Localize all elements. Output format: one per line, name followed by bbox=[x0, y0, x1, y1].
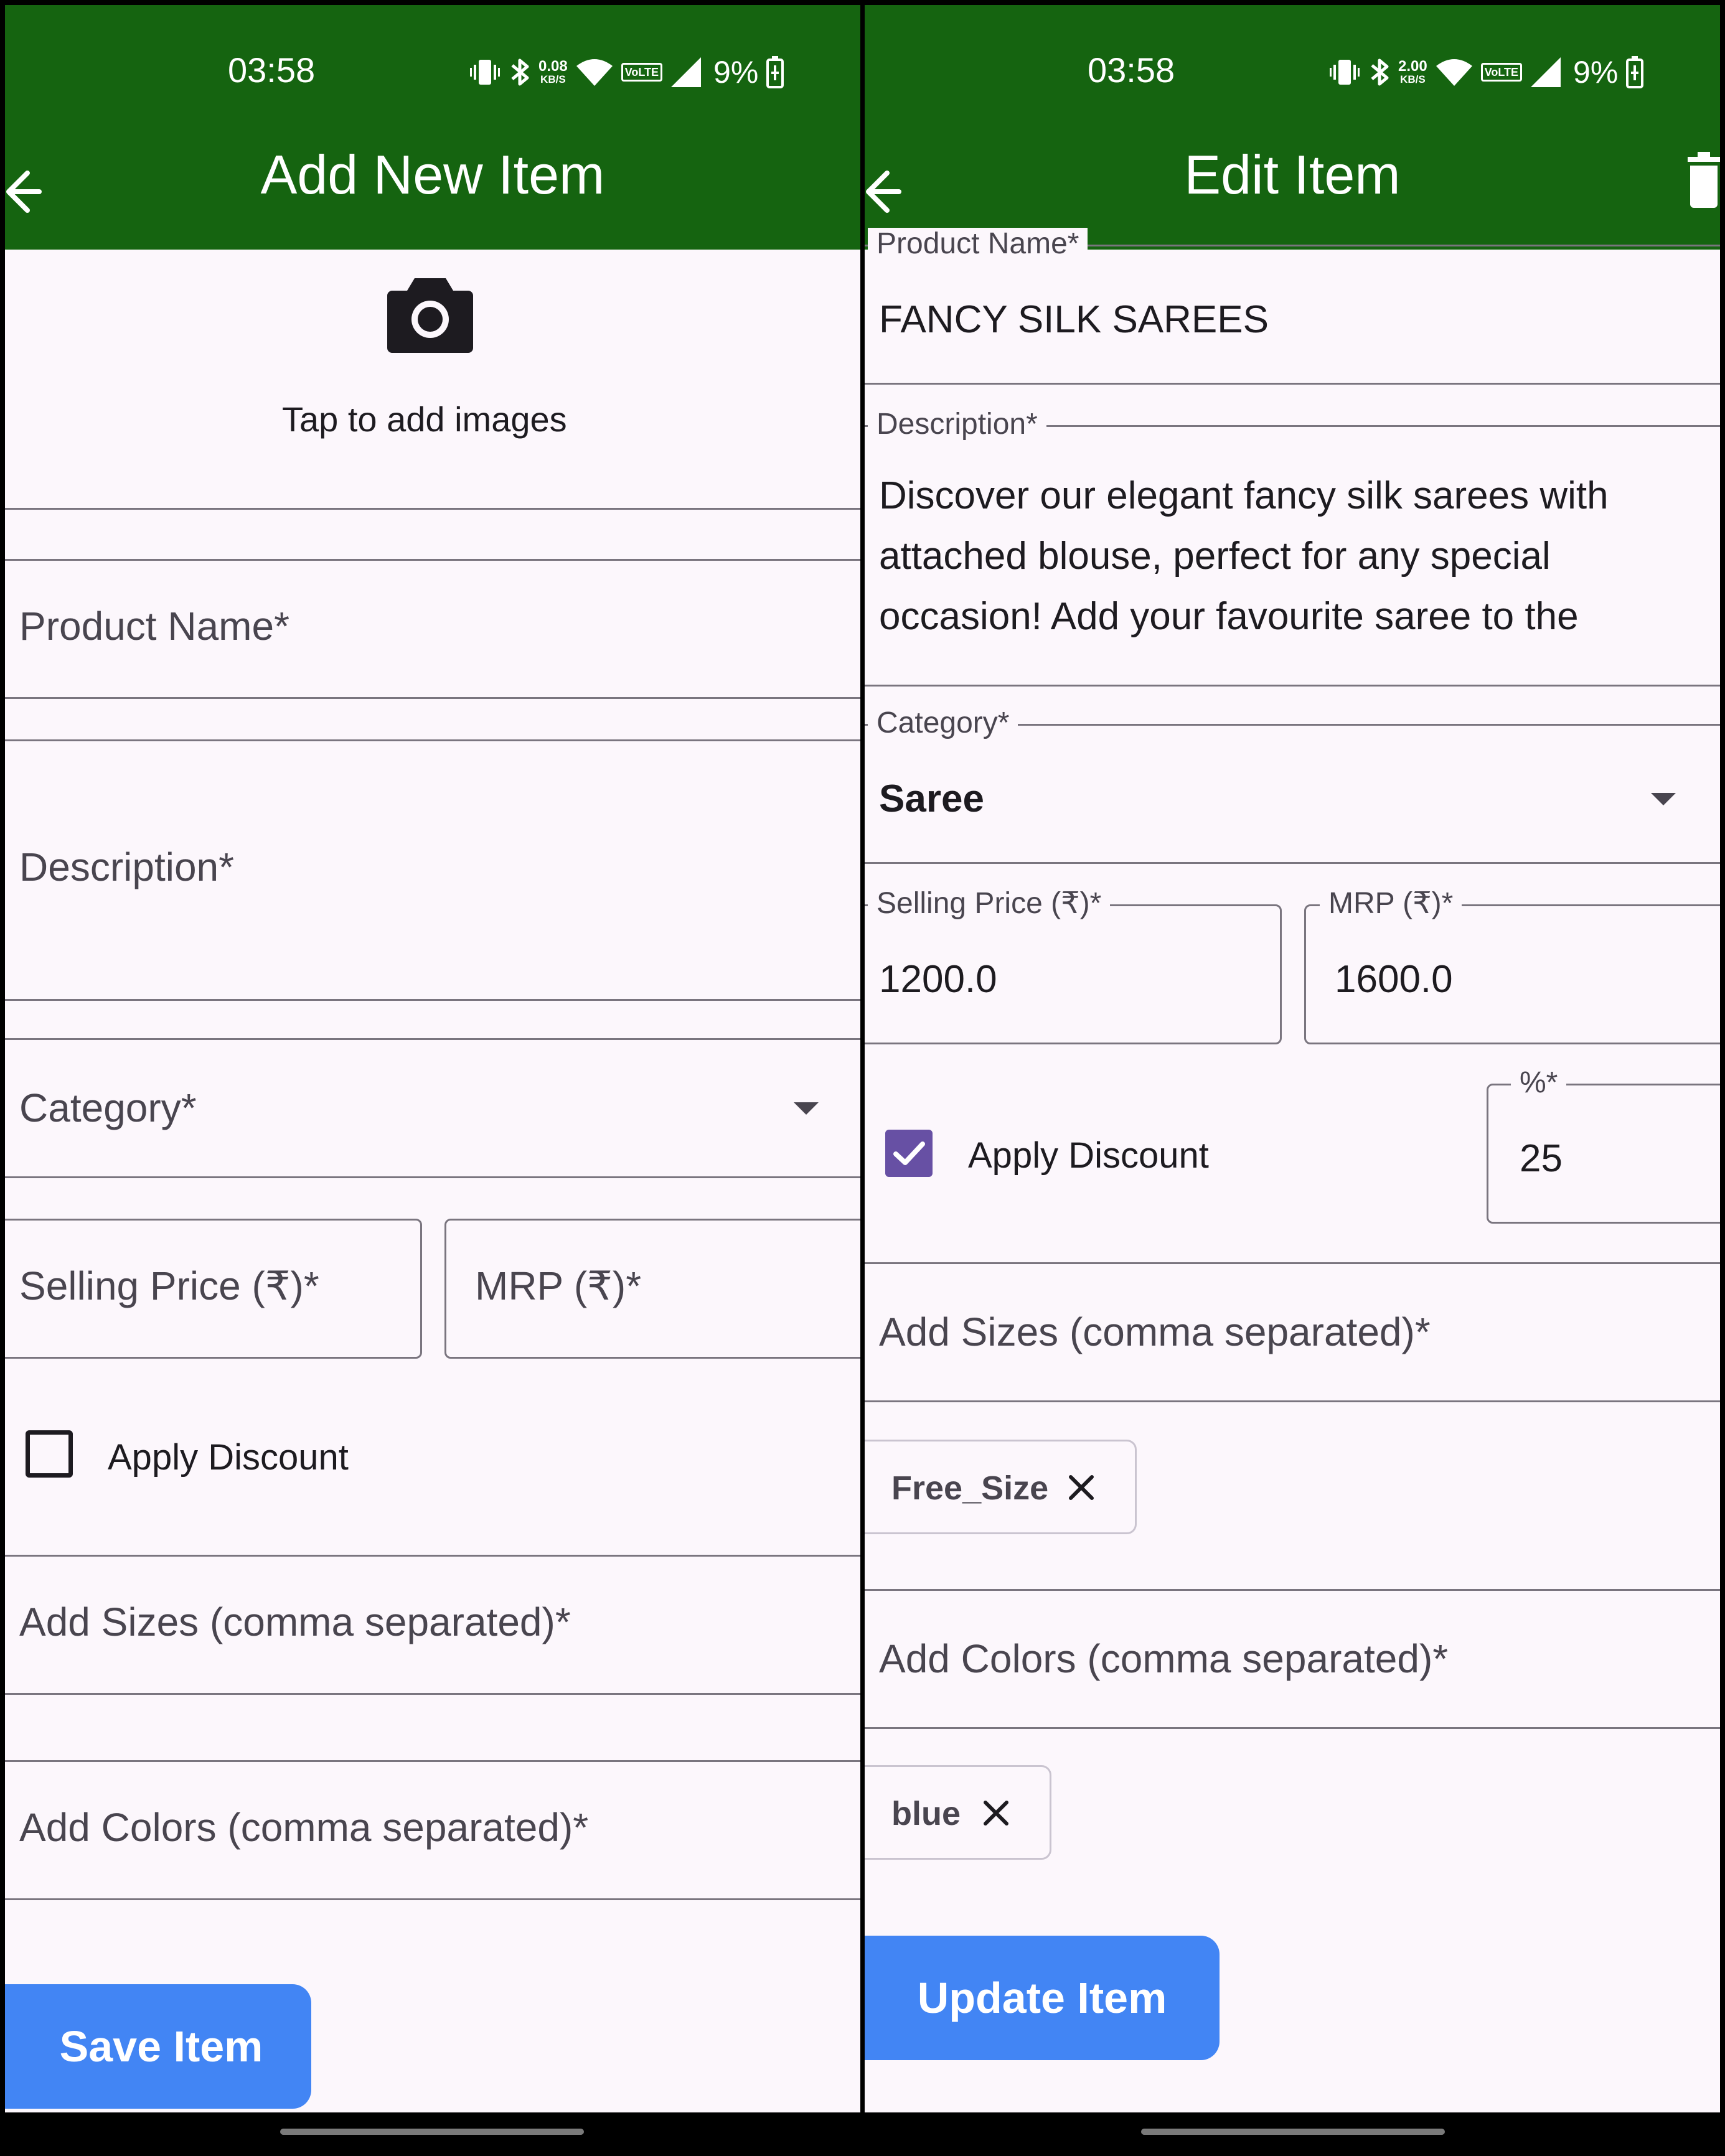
category-dropdown[interactable]: Category* Saree bbox=[865, 707, 1720, 864]
wifi-icon bbox=[576, 59, 613, 86]
mrp-input[interactable]: MRP (₹)* 1600.0 bbox=[1304, 888, 1720, 1044]
product-name-input[interactable]: Product Name* FANCY SILK SAREES bbox=[865, 228, 1720, 385]
description-placeholder: Description* bbox=[19, 845, 235, 889]
edit-item-screen: 03:58 2.00 KB/S VoLTE 9% Edit Item Produc… bbox=[865, 5, 1720, 2112]
color-chip-label: blue bbox=[891, 1795, 961, 1832]
description-label: Description* bbox=[868, 408, 1046, 441]
color-chip: blue bbox=[865, 1765, 1051, 1860]
selling-price-input[interactable]: Selling Price (₹)* 1200.0 bbox=[865, 888, 1282, 1044]
image-picker[interactable]: Tap to add images bbox=[5, 250, 860, 511]
signal-icon bbox=[671, 57, 702, 87]
apply-discount-checkbox[interactable] bbox=[885, 1130, 933, 1177]
status-bar: 03:58 2.00 KB/S VoLTE 9% bbox=[865, 5, 1720, 136]
status-time: 03:58 bbox=[1088, 50, 1175, 90]
category-label: Category* bbox=[868, 707, 1018, 739]
discount-percent-value: 25 bbox=[1520, 1137, 1563, 1180]
home-indicator[interactable] bbox=[280, 2129, 584, 2135]
check-icon bbox=[893, 1141, 925, 1165]
selling-price-input[interactable]: Selling Price (₹)* bbox=[5, 1219, 422, 1359]
page-title: Add New Item bbox=[260, 144, 605, 205]
battery-icon bbox=[1626, 56, 1644, 88]
mrp-placeholder: MRP (₹)* bbox=[475, 1263, 642, 1308]
category-value: Saree bbox=[879, 777, 984, 820]
bluetooth-icon bbox=[511, 59, 529, 86]
colors-placeholder: Add Colors (comma separated)* bbox=[879, 1636, 1449, 1681]
status-icons: 0.08 KB/S VoLTE 9% bbox=[469, 50, 784, 95]
colors-input[interactable]: Add Colors (comma separated)* bbox=[5, 1760, 860, 1900]
sizes-placeholder: Add Sizes (comma separated)* bbox=[19, 1600, 571, 1644]
app-bar-overlay bbox=[865, 136, 1720, 245]
mrp-input[interactable]: MRP (₹)* bbox=[444, 1219, 860, 1359]
battery-icon bbox=[766, 56, 784, 88]
size-chip: Free_Size bbox=[865, 1440, 1137, 1534]
mrp-value: 1600.0 bbox=[1335, 958, 1453, 1001]
discount-percent-label: %* bbox=[1511, 1067, 1567, 1099]
home-indicator[interactable] bbox=[1141, 2129, 1445, 2135]
selling-price-placeholder: Selling Price (₹)* bbox=[19, 1263, 319, 1308]
signal-icon bbox=[1531, 57, 1561, 87]
category-dropdown[interactable]: Category* bbox=[5, 1038, 860, 1178]
selling-price-value: 1200.0 bbox=[879, 958, 997, 1001]
description-input[interactable]: Description* Discover our elegant fancy … bbox=[865, 408, 1720, 687]
vibrate-icon bbox=[470, 60, 500, 85]
volte-icon: VoLTE bbox=[621, 63, 663, 82]
close-icon[interactable] bbox=[980, 1797, 1012, 1829]
discount-percent-input[interactable]: %* 25 bbox=[1487, 1067, 1720, 1224]
status-bar: 03:58 0.08 KB/S VoLTE 9% bbox=[5, 5, 860, 136]
product-name-input[interactable]: Product Name* bbox=[5, 559, 860, 699]
status-icons: 2.00 KB/S VoLTE 9% bbox=[1328, 50, 1644, 95]
sizes-input[interactable]: Add Sizes (comma separated)* bbox=[865, 1262, 1720, 1402]
sizes-placeholder: Add Sizes (comma separated)* bbox=[879, 1310, 1431, 1354]
battery-percent: 9% bbox=[713, 55, 759, 90]
volte-icon: VoLTE bbox=[1480, 63, 1523, 82]
description-line: Discover our elegant fancy silk sarees w… bbox=[879, 474, 1609, 517]
status-time: 03:58 bbox=[228, 50, 316, 90]
colors-placeholder: Add Colors (comma separated)* bbox=[19, 1805, 589, 1850]
add-item-screen: 03:58 0.08 KB/S VoLTE 9% Add New Item Tap… bbox=[5, 5, 860, 2112]
dropdown-arrow-icon bbox=[1651, 793, 1676, 805]
apply-discount-label: Apply Discount bbox=[108, 1437, 349, 1478]
close-icon[interactable] bbox=[1066, 1472, 1097, 1503]
bluetooth-icon bbox=[1371, 59, 1389, 86]
product-name-placeholder: Product Name* bbox=[19, 604, 289, 649]
net-speed: 0.08 KB/S bbox=[538, 58, 568, 85]
update-item-button[interactable]: Update Item bbox=[865, 1936, 1220, 2060]
description-line: occasion! Add your favourite saree to th… bbox=[879, 595, 1579, 638]
battery-percent: 9% bbox=[1573, 55, 1619, 90]
apply-discount-checkbox[interactable] bbox=[26, 1430, 73, 1478]
colors-input[interactable]: Add Colors (comma separated)* bbox=[865, 1589, 1720, 1729]
size-chip-label: Free_Size bbox=[891, 1469, 1049, 1507]
selling-price-label: Selling Price (₹)* bbox=[868, 888, 1111, 920]
wifi-icon bbox=[1436, 59, 1472, 86]
sizes-input[interactable]: Add Sizes (comma separated)* bbox=[5, 1555, 860, 1695]
description-input[interactable]: Description* bbox=[5, 739, 860, 1001]
image-picker-divider bbox=[5, 508, 860, 510]
net-speed: 2.00 KB/S bbox=[1398, 58, 1427, 85]
add-images-hint: Tap to add images bbox=[282, 400, 567, 439]
product-name-value: FANCY SILK SAREES bbox=[879, 298, 1269, 341]
save-item-button[interactable]: Save Item bbox=[5, 1984, 311, 2109]
mrp-label: MRP (₹)* bbox=[1320, 888, 1462, 920]
dropdown-arrow-icon bbox=[794, 1102, 819, 1115]
description-line: attached blouse, perfect for any special bbox=[879, 535, 1551, 578]
apply-discount-label: Apply Discount bbox=[968, 1135, 1209, 1176]
category-placeholder: Category* bbox=[19, 1085, 197, 1130]
vibrate-icon bbox=[1330, 60, 1360, 85]
camera-icon bbox=[387, 278, 473, 353]
